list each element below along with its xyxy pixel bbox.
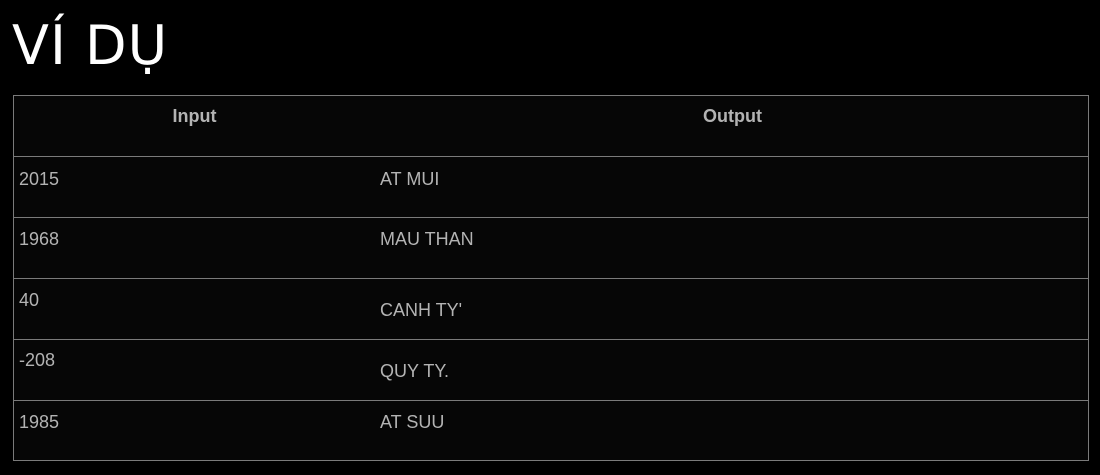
- output-cell: CANH TY': [380, 300, 463, 320]
- input-cell: 1985: [19, 412, 60, 432]
- output-cell: AT MUI: [380, 169, 440, 189]
- table-row: 1968 MAU THAN: [14, 218, 1088, 279]
- input-cell: 40: [19, 290, 40, 310]
- input-cell: -208: [19, 350, 56, 370]
- output-cell: AT SUU: [380, 412, 445, 432]
- column-header-output: Output: [703, 106, 762, 126]
- examples-table: Input Output 2015 AT MUI 1968 MAU THAN 4…: [13, 95, 1089, 461]
- table-row: 40 CANH TY': [14, 279, 1088, 340]
- input-cell: 1968: [19, 229, 60, 249]
- column-header-input: Input: [172, 106, 217, 126]
- output-cell: MAU THAN: [380, 229, 474, 249]
- input-cell: 2015: [19, 169, 60, 189]
- table-row: 2015 AT MUI: [14, 157, 1088, 218]
- table-header-row: Input Output: [14, 96, 1088, 157]
- table-row: 1985 AT SUU: [14, 401, 1088, 462]
- page: VÍ DỤ Input Output 2015 AT MUI 1968 MAU …: [0, 0, 1100, 475]
- output-cell: QUY TY.: [380, 361, 450, 381]
- table-row: -208 QUY TY.: [14, 340, 1088, 401]
- page-title: VÍ DỤ: [12, 14, 169, 77]
